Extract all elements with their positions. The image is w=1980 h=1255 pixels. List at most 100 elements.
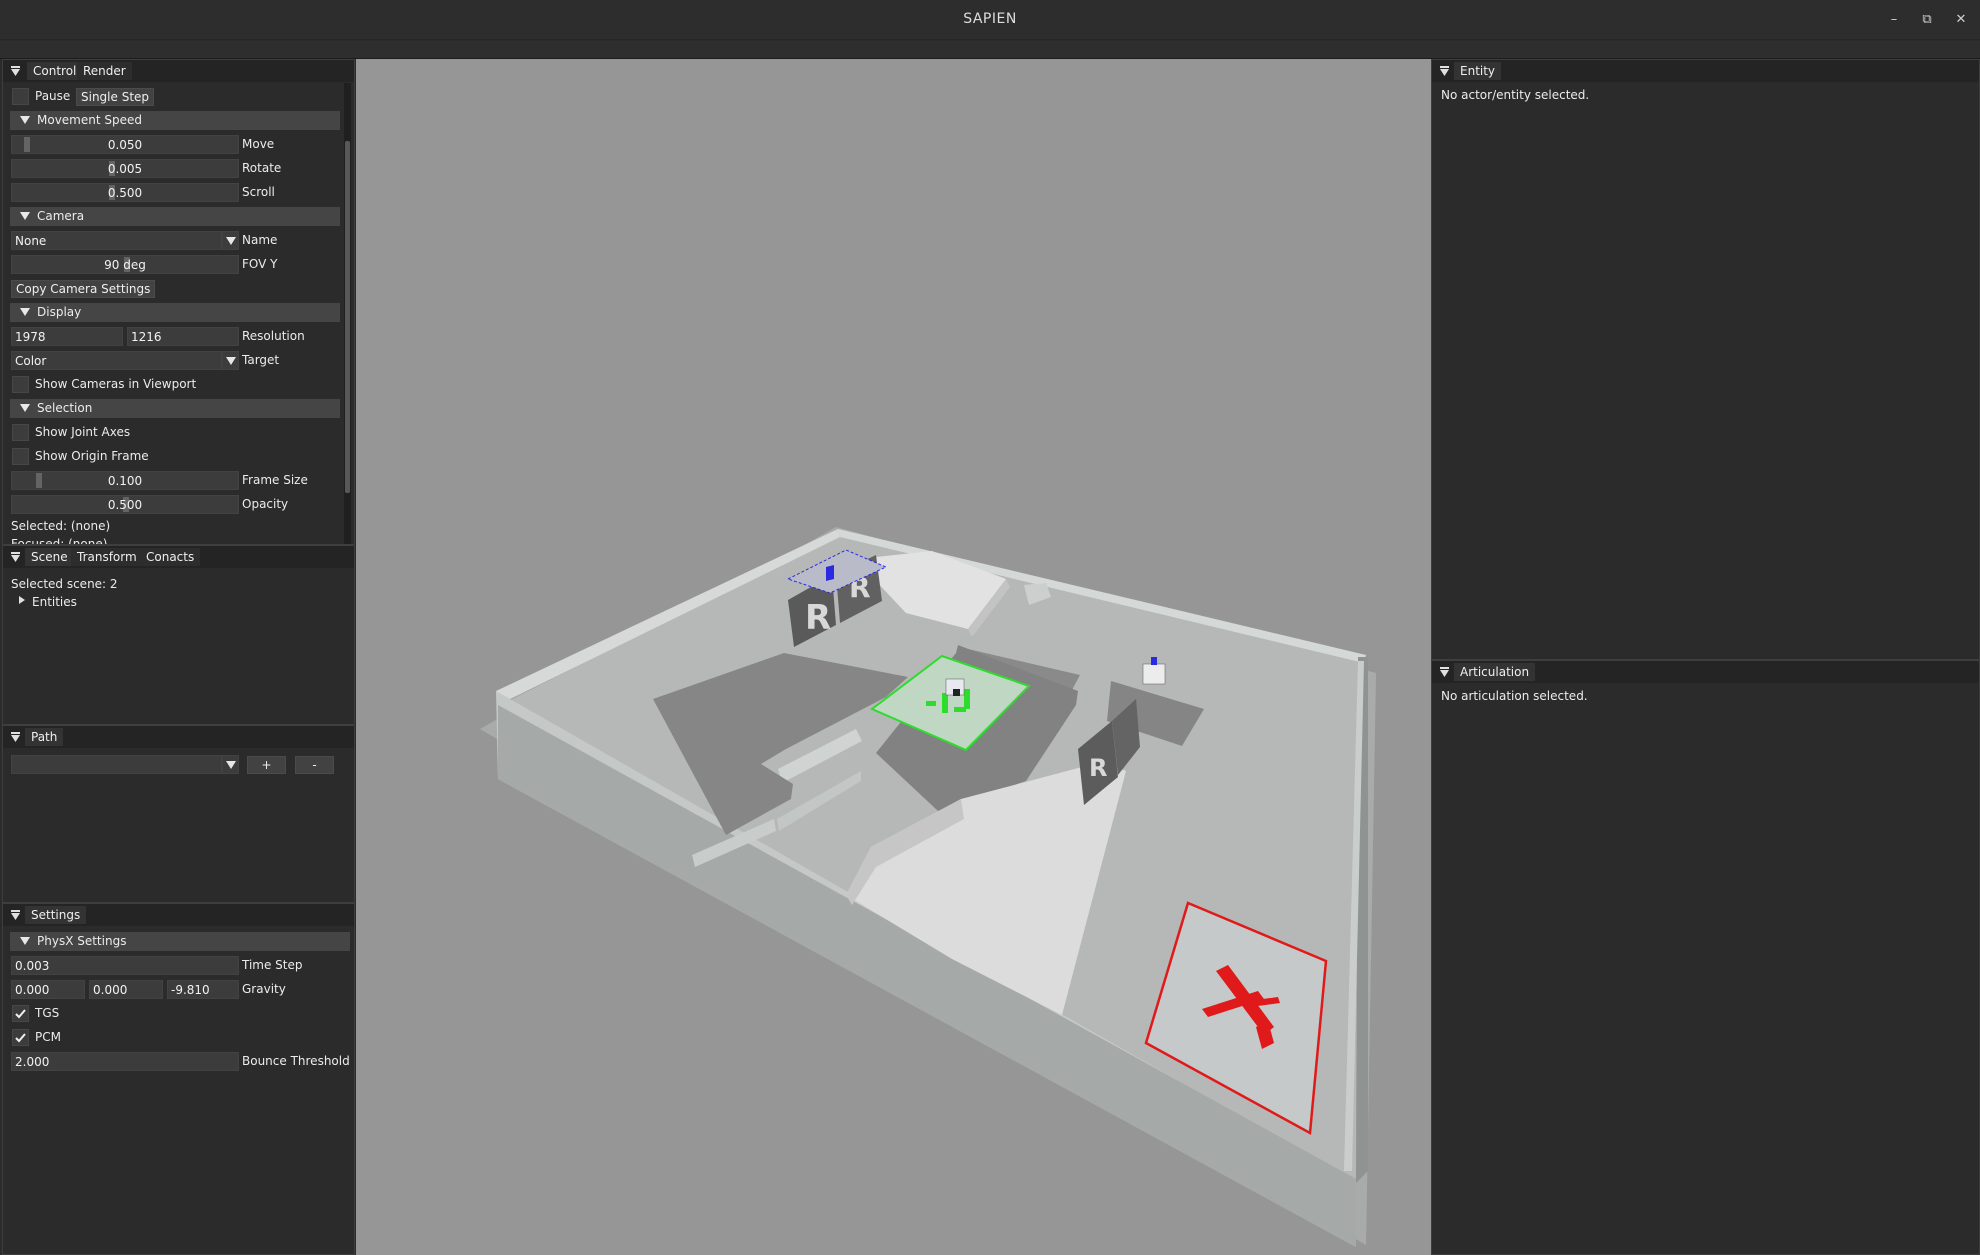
scene-render[interactable]: R R R: [356, 59, 1431, 1255]
frame-size-slider[interactable]: 0.100: [11, 471, 239, 490]
tab-settings[interactable]: Settings: [25, 906, 87, 924]
collapse-icon[interactable]: [1440, 66, 1449, 76]
tab-scene[interactable]: Scene: [25, 548, 74, 566]
show-cameras-checkbox[interactable]: [12, 376, 29, 393]
control-panel-header: Control Render: [3, 60, 354, 82]
slider-value: 90 deg: [104, 258, 146, 272]
scrollbar-thumb[interactable]: [345, 141, 350, 493]
gravity-z-input[interactable]: -9.810: [167, 980, 239, 999]
restore-icon[interactable]: ⧉: [1917, 10, 1937, 30]
tree-node-entities[interactable]: Entities: [32, 592, 77, 612]
robot-body: [1142, 663, 1166, 685]
add-path-button[interactable]: +: [247, 756, 286, 774]
target-label: Target: [242, 353, 280, 367]
target-select[interactable]: Color: [11, 351, 222, 370]
minimize-icon[interactable]: –: [1884, 10, 1904, 30]
tab-path[interactable]: Path: [25, 728, 64, 746]
pause-checkbox[interactable]: [12, 88, 29, 105]
section-label: Display: [37, 305, 82, 319]
selected-scene-text: Selected scene: 2: [11, 577, 118, 591]
collapse-icon[interactable]: [1440, 667, 1449, 677]
tab-control[interactable]: Control: [27, 62, 83, 80]
slider-value: 0.050: [107, 138, 143, 152]
collapse-icon[interactable]: [11, 66, 20, 76]
copy-camera-settings-button[interactable]: Copy Camera Settings: [11, 280, 156, 298]
tab-render[interactable]: Render: [77, 62, 132, 80]
resolution-height-input[interactable]: 1216: [127, 327, 239, 346]
green-robot-leg: [926, 701, 936, 706]
section-display[interactable]: Display: [10, 303, 340, 322]
slider-value: 0.005: [107, 162, 143, 176]
checkmark-icon: [15, 1009, 26, 1019]
resolution-width-input[interactable]: 1978: [11, 327, 123, 346]
gravity-x-input[interactable]: 0.000: [11, 980, 85, 999]
tab-entity[interactable]: Entity: [1454, 62, 1502, 80]
path-panel-header: Path: [3, 726, 354, 748]
frame-size-label: Frame Size: [242, 473, 308, 487]
tree-expand-icon[interactable]: [19, 596, 25, 604]
time-step-label: Time Step: [242, 958, 303, 972]
section-physx-settings[interactable]: PhysX Settings: [10, 932, 350, 951]
collapse-icon[interactable]: [11, 910, 20, 920]
window-title: SAPIEN: [963, 11, 1017, 27]
billboard-logo-icon: R: [805, 598, 831, 638]
tab-articulation[interactable]: Articulation: [1454, 663, 1536, 681]
remove-path-button[interactable]: -: [295, 756, 334, 774]
opacity-slider[interactable]: 0.500: [11, 495, 239, 514]
collapse-icon[interactable]: [11, 552, 20, 562]
chevron-down-icon[interactable]: [222, 351, 239, 370]
expand-arrow-icon: [20, 116, 30, 124]
green-robot-leg: [964, 689, 970, 709]
green-robot-leg: [942, 693, 948, 713]
robot-marker: [953, 689, 960, 696]
entity-empty-message: No actor/entity selected.: [1441, 88, 1590, 102]
close-icon[interactable]: ✕: [1951, 10, 1971, 30]
menu-bar: [0, 41, 1980, 59]
pcm-checkbox[interactable]: [12, 1029, 29, 1046]
expand-arrow-icon: [20, 937, 30, 945]
collapse-icon[interactable]: [11, 732, 20, 742]
title-bar: SAPIEN – ⧉ ✕: [0, 0, 1980, 40]
rotate-speed-slider[interactable]: 0.005: [11, 159, 239, 178]
section-label: Camera: [37, 209, 85, 223]
section-camera[interactable]: Camera: [10, 207, 340, 226]
tgs-label: TGS: [35, 1006, 60, 1020]
expand-arrow-icon: [20, 212, 30, 220]
tgs-checkbox[interactable]: [12, 1005, 29, 1022]
show-joint-axes-checkbox[interactable]: [12, 424, 29, 441]
camera-name-select[interactable]: None: [11, 231, 222, 250]
path-select[interactable]: [11, 755, 222, 774]
camera-name-label: Name: [242, 233, 278, 247]
show-cameras-label: Show Cameras in Viewport: [35, 377, 197, 391]
gravity-y-input[interactable]: 0.000: [89, 980, 163, 999]
chevron-down-icon[interactable]: [222, 755, 239, 774]
scroll-speed-slider[interactable]: 0.500: [11, 183, 239, 202]
control-panel-scrollbar[interactable]: [344, 83, 351, 544]
tab-contacts[interactable]: Conacts: [140, 548, 201, 566]
3d-viewport[interactable]: R R R: [356, 59, 1431, 1255]
section-movement-speed[interactable]: Movement Speed: [10, 111, 340, 130]
checkmark-icon: [15, 1033, 26, 1043]
entity-panel-header: Entity: [1432, 60, 1979, 82]
focused-status: Focused: (none): [11, 537, 108, 545]
tab-transform[interactable]: Transform: [71, 548, 143, 566]
section-selection[interactable]: Selection: [10, 399, 340, 418]
single-step-button[interactable]: Single Step: [76, 88, 155, 106]
slider-value: 0.100: [107, 474, 143, 488]
bounce-threshold-input[interactable]: 2.000: [11, 1052, 239, 1071]
fov-label: FOV Y: [242, 257, 278, 271]
slider-value: 0.500: [107, 186, 143, 200]
move-speed-slider[interactable]: 0.050: [11, 135, 239, 154]
resolution-label: Resolution: [242, 329, 305, 343]
show-origin-frame-checkbox[interactable]: [12, 448, 29, 465]
blue-robot: [826, 565, 834, 581]
path-panel: Path + -: [2, 725, 355, 903]
settings-panel: Settings PhysX Settings 0.003 Time Step …: [2, 903, 355, 1255]
pcm-label: PCM: [35, 1030, 61, 1044]
fov-slider[interactable]: 90 deg: [11, 255, 239, 274]
bounce-threshold-label: Bounce Threshold: [242, 1054, 350, 1068]
chevron-down-icon[interactable]: [222, 231, 239, 250]
expand-arrow-icon: [20, 308, 30, 316]
robot-head: [1151, 657, 1157, 665]
time-step-input[interactable]: 0.003: [11, 956, 239, 975]
